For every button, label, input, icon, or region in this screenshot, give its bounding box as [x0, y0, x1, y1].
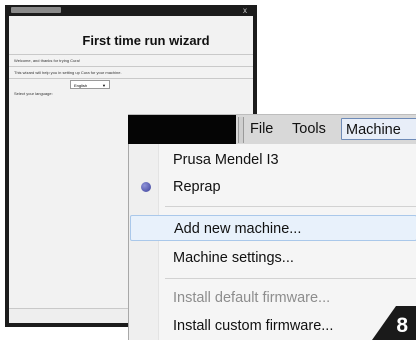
language-row: Select your language: English ▼	[9, 80, 253, 96]
menu-separator	[165, 206, 416, 207]
menu-item-prusa-mendel-i3[interactable]: Prusa Mendel I3	[129, 147, 416, 173]
wizard-heading: First time run wizard	[82, 33, 210, 48]
menu-item-label: Install custom firmware...	[173, 318, 334, 334]
step-number-badge: 8	[358, 306, 416, 340]
menu-item-label: Reprap	[173, 179, 221, 195]
wizard-title-text	[11, 7, 61, 13]
menu-separator	[165, 278, 416, 279]
intro-text: This wizard will help you in setting up …	[14, 70, 122, 75]
wizard-titlebar: x	[5, 5, 257, 16]
menu-item-machine-settings[interactable]: Machine settings...	[129, 245, 416, 271]
menu-item-add-new-machine[interactable]: Add new machine...	[130, 215, 416, 241]
menu-item-label: Install default firmware...	[173, 290, 331, 306]
divider	[9, 54, 253, 55]
language-label: Select your language:	[14, 91, 53, 96]
divider	[9, 78, 253, 79]
close-icon[interactable]: x	[243, 5, 247, 16]
chevron-down-icon: ▼	[102, 83, 106, 88]
menu-item-reprap[interactable]: Reprap	[129, 174, 416, 200]
menu-item-label: Prusa Mendel I3	[173, 152, 279, 168]
menu-item-label: Add new machine...	[174, 221, 302, 237]
step-number: 8	[396, 314, 408, 337]
menu-machine[interactable]: Machine	[341, 118, 416, 140]
language-value: English	[74, 83, 88, 88]
language-select[interactable]: English ▼	[70, 80, 110, 89]
welcome-text: Welcome, and thanks for trying Cura!	[14, 58, 80, 63]
divider	[9, 66, 253, 67]
menu-bar: File Tools Machine	[128, 114, 416, 145]
menu-file[interactable]: File	[246, 118, 277, 140]
menubar-dark-area	[128, 115, 236, 145]
menubar-grip	[238, 117, 244, 143]
radio-selected-icon	[141, 182, 151, 192]
menu-item-label: Machine settings...	[173, 250, 294, 266]
menu-tools[interactable]: Tools	[288, 118, 330, 140]
